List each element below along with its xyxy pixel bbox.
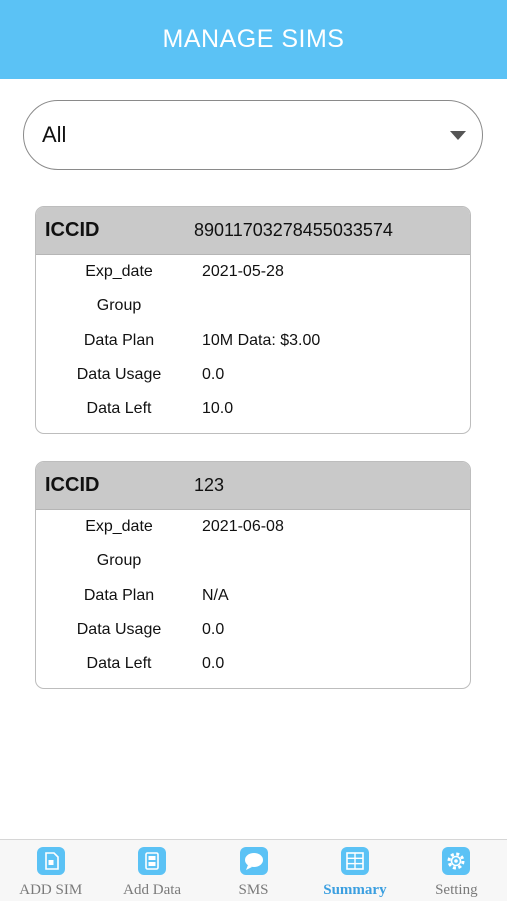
sim-card-summary[interactable]: ICCID 123 Exp_date 2021-06-08 Group Data…: [35, 461, 471, 689]
sim-card-header: ICCID 89011703278455033574: [36, 207, 470, 255]
sim-card-summary[interactable]: ICCID 89011703278455033574 Exp_date 2021…: [35, 206, 471, 434]
data-left-row: Data Left 10.0: [36, 392, 470, 426]
tab-add-sim[interactable]: ADD SIM: [0, 840, 101, 901]
tab-label: Setting: [435, 882, 478, 898]
tab-label: SMS: [238, 882, 269, 898]
row-label: Data Plan: [83, 331, 155, 349]
row-label: Exp_date: [85, 518, 153, 536]
tab-label: ADD SIM: [19, 882, 83, 898]
app-header: MANAGE SIMS: [0, 0, 507, 79]
row-label: Exp_date: [85, 263, 153, 281]
row-label: Data Left: [86, 655, 152, 673]
row-value: 10M Data: $3.00: [202, 331, 321, 349]
exp-date-row: Exp_date 2021-05-28: [36, 255, 470, 289]
summary-grid-icon: [340, 847, 369, 875]
group-filter-dropdown[interactable]: All: [23, 100, 483, 170]
tab-setting[interactable]: Setting: [406, 840, 507, 901]
sim-card-header: ICCID 123: [36, 462, 470, 510]
data-plan-row: Data Plan 10M Data: $3.00: [36, 324, 470, 358]
add-data-icon: [138, 847, 167, 875]
row-label: Data Usage: [76, 621, 162, 639]
group-row: Group: [36, 544, 470, 578]
data-plan-row: Data Plan N/A: [36, 579, 470, 613]
iccid-value: 89011703278455033574: [194, 220, 393, 240]
row-value: 0.0: [202, 366, 225, 384]
chat-bubble-icon: [239, 847, 268, 875]
data-usage-row: Data Usage 0.0: [36, 613, 470, 647]
bottom-tab-bar: ADD SIM Add Data SMS Summary Setting: [0, 839, 507, 901]
data-left-row: Data Left 0.0: [36, 647, 470, 681]
data-usage-row: Data Usage 0.0: [36, 358, 470, 392]
row-label: Data Plan: [83, 586, 155, 604]
row-label: Group: [96, 297, 142, 315]
tab-summary[interactable]: Summary: [304, 840, 405, 901]
sim-card-icon: [36, 847, 65, 875]
dropdown-caret-icon: [450, 131, 466, 140]
row-label: Group: [96, 552, 142, 570]
group-row: Group: [36, 289, 470, 323]
page-title: MANAGE SIMS: [162, 25, 345, 53]
iccid-label: ICCID: [45, 474, 100, 496]
row-value: N/A: [202, 586, 229, 604]
row-value: 0.0: [202, 621, 225, 639]
iccid-label: ICCID: [45, 219, 100, 241]
row-label: Data Usage: [76, 366, 162, 384]
tab-sms[interactable]: SMS: [203, 840, 304, 901]
tab-label: Summary: [323, 882, 387, 898]
row-value: 10.0: [202, 400, 234, 418]
gear-icon: [442, 847, 471, 875]
row-value: 2021-06-08: [202, 518, 284, 536]
row-value: 0.0: [202, 655, 225, 673]
filter-selected-value: All: [42, 122, 67, 147]
exp-date-row: Exp_date 2021-06-08: [36, 510, 470, 544]
row-value: 2021-05-28: [202, 263, 284, 281]
iccid-value: 123: [194, 475, 225, 495]
tab-label: Add Data: [123, 882, 182, 898]
row-label: Data Left: [86, 400, 152, 418]
tab-add-data[interactable]: Add Data: [101, 840, 202, 901]
